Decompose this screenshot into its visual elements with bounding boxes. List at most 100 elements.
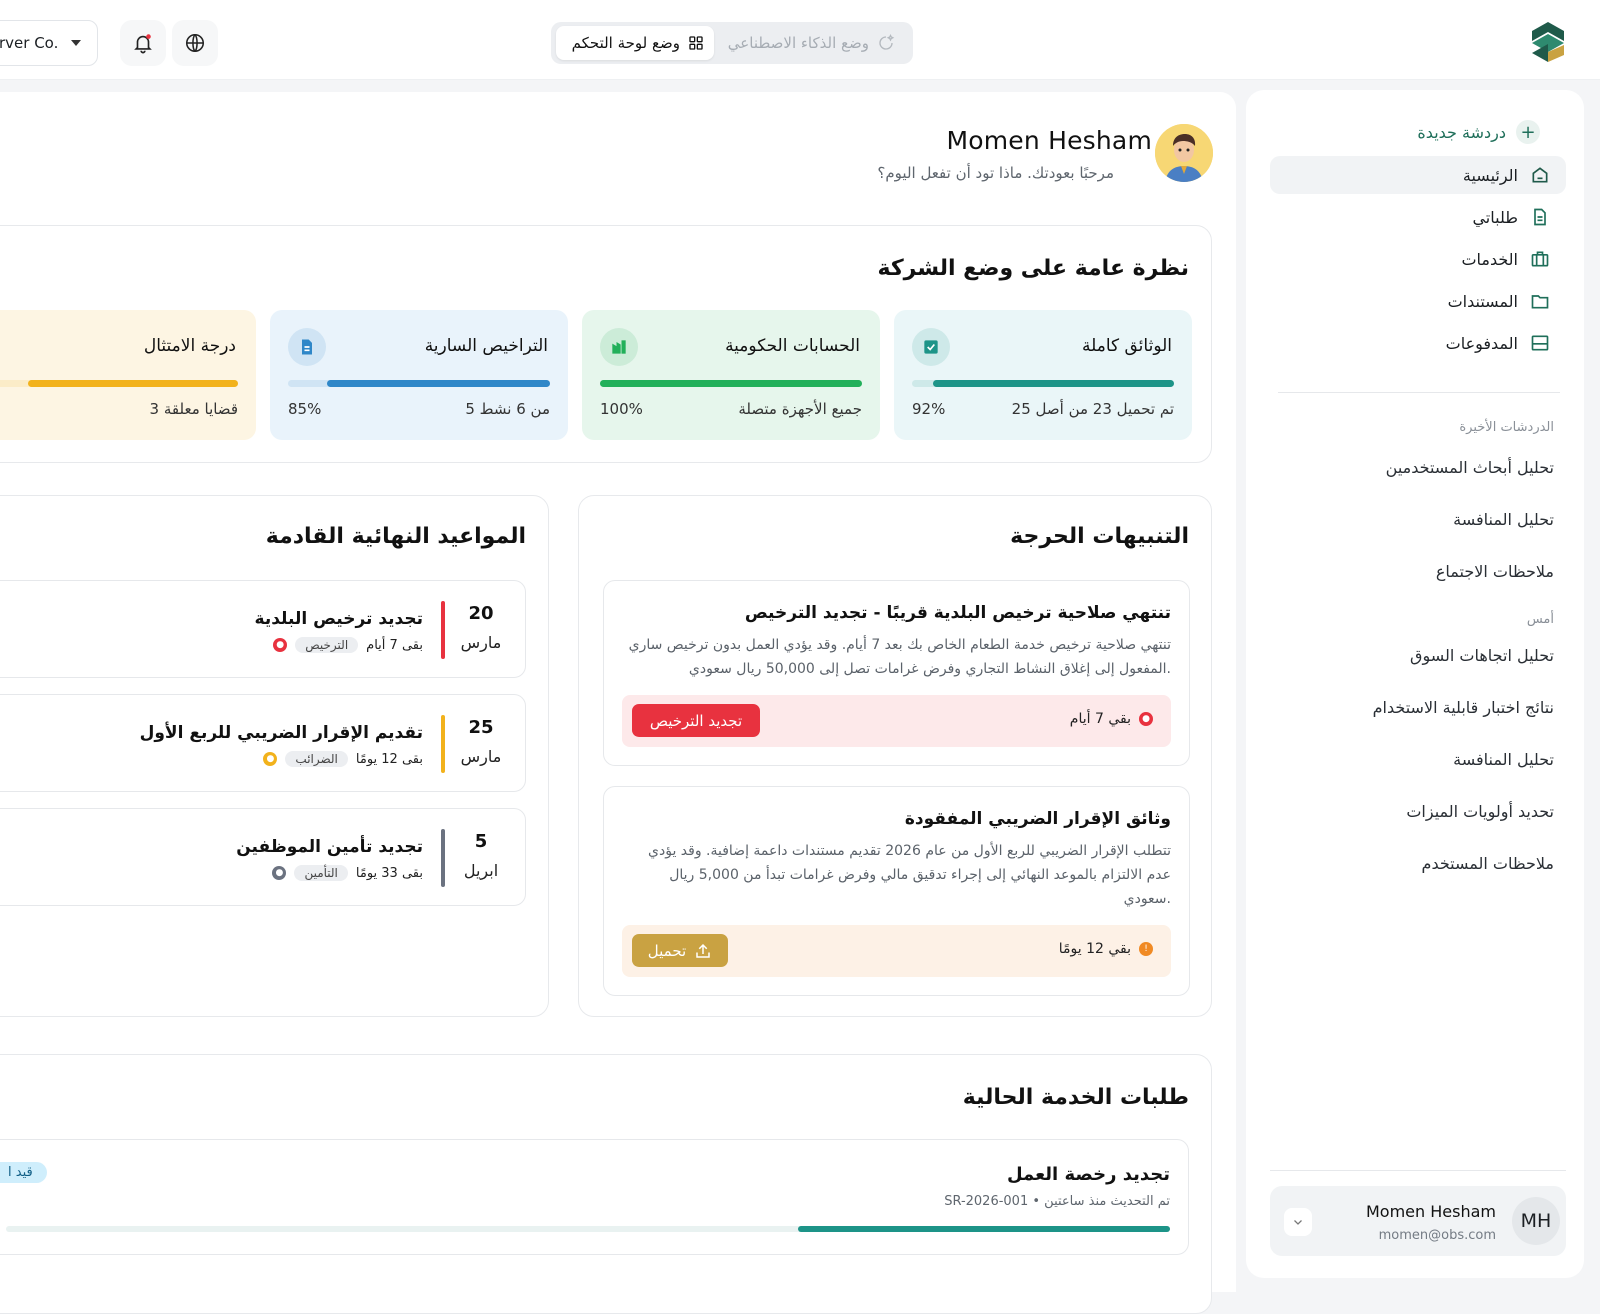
sidebar-item-label: طلباتي (1472, 207, 1518, 227)
language-button[interactable] (172, 20, 218, 66)
progress-track (600, 380, 862, 387)
status-badge: قيد ا (0, 1162, 47, 1183)
upload-button[interactable]: تحميل (632, 934, 728, 967)
main-content: Momen Hesham مرحبًا بعودتك. ماذا تود أن … (0, 92, 1236, 1314)
deadline-item[interactable]: 5 ابريل تجديد تأمين الموظفين ● التأمين ب… (0, 808, 526, 906)
chat-item[interactable]: ملاحظات الاجتماع (1436, 562, 1554, 581)
chat-item[interactable]: تحليل المنافسة (1453, 510, 1554, 529)
clock-icon: ● (272, 866, 287, 880)
building-icon (600, 328, 638, 366)
chat-item[interactable]: تحديد أولويات الميزات (1406, 802, 1554, 821)
chat-item[interactable]: تحليل اتجاهات السوق (1410, 646, 1554, 665)
sidebar-item-label: الرئيسية (1462, 165, 1518, 185)
chat-item[interactable]: نتائج اختبار قابلية الاستخدام (1373, 698, 1554, 717)
remaining-text: بقي 7 أيام (1069, 711, 1131, 727)
alert-footer: بقي 7 أيام ● تجديد الترخيص (622, 695, 1171, 747)
category-tag: الترخيص (295, 637, 359, 653)
panel-title: طلبات الخدمة الحالية (962, 1085, 1189, 1110)
compliance-score-card[interactable]: درجة الامتثال 3 قضايا معلقة (0, 310, 256, 440)
remaining-text: بقى 12 يومًا (355, 751, 423, 767)
deadline-day: 20 (468, 603, 494, 624)
sidebar-item-home[interactable]: الرئيسية (1270, 156, 1566, 194)
category-tag: التأمين (294, 865, 348, 881)
deadline-month: ابريل (463, 861, 499, 880)
user-profile[interactable]: MH Momen Hesham momen@obs.com (1270, 1170, 1566, 1256)
sidebar-item-my-requests[interactable]: طلباتي (1270, 198, 1566, 236)
deadline-item[interactable]: 25 مارس تقديم الإقرار الضريبي للربع الأو… (0, 694, 526, 792)
company-overview-panel: نظرة عامة على وضع الشركة الوثائق كاملة ت… (0, 225, 1212, 463)
upload-label: تحميل (647, 941, 687, 960)
stat-subtitle: 5 من 6 نشط (465, 400, 550, 418)
chevron-down-icon (71, 40, 81, 46)
new-chat-label: دردشة جديدة (1417, 122, 1506, 142)
chevron-down-icon[interactable] (1284, 1208, 1312, 1236)
stat-title: الحسابات الحكومية (725, 336, 860, 356)
sidebar: دردشة جديدة + الرئيسية طلباتي الخدمات ال… (1246, 90, 1584, 1278)
active-licenses-card[interactable]: التراخيص السارية 5 من 6 نشط 85% (270, 310, 568, 440)
progress-fill (28, 380, 238, 387)
yesterday-heading: أمس (1526, 612, 1554, 627)
upcoming-deadlines-panel: المواعيد النهائية القادمة 20 مارس تجديد … (0, 495, 549, 1017)
progress-fill (932, 380, 1174, 387)
progress-fill (797, 1226, 1170, 1232)
deadline-color-bar (441, 715, 445, 773)
dashboard-mode-tab[interactable]: وضع لوحة التحكم (556, 26, 714, 60)
alert-title: وثائق الإقرار الضريبي المفقودة (904, 809, 1171, 829)
chat-item[interactable]: تحليل أبحاث المستخدمين (1386, 458, 1554, 477)
sidebar-divider (1278, 392, 1560, 393)
folder-icon (1531, 295, 1549, 309)
deadline-month: مارس (460, 633, 502, 652)
document-icon (1534, 208, 1546, 226)
stat-percent: 100% (600, 400, 643, 418)
new-chat-button[interactable]: دردشة جديدة + (1417, 120, 1540, 144)
alert-card: تنتهي صلاحية ترخيص البلدية قريبًا - تجدي… (603, 580, 1190, 766)
service-request-card[interactable]: قيد ا تجديد رخصة العمل SR-2026-001 • تم … (0, 1139, 1189, 1255)
panel-title: المواعيد النهائية القادمة (265, 524, 526, 549)
deadline-item[interactable]: 20 مارس تجديد ترخيص البلدية ● الترخيص بق… (0, 580, 526, 678)
user-name: Momen Hesham (1366, 1202, 1496, 1221)
request-title: تجديد رخصة العمل (1006, 1164, 1170, 1185)
panel-title: نظرة عامة على وضع الشركة (877, 256, 1190, 281)
critical-alerts-panel: التنبيهات الحرجة تنتهي صلاحية ترخيص البل… (578, 495, 1212, 1017)
notifications-button[interactable] (120, 20, 166, 66)
ai-mode-tab[interactable]: وضع الذكاء الاصطناعي (705, 26, 905, 60)
grid-icon (689, 36, 703, 50)
avatar: MH (1512, 1197, 1560, 1245)
deadline-meta: ● التأمين بقى 33 يومًا (272, 865, 423, 881)
renew-license-button[interactable]: تجديد الترخيص (632, 704, 760, 737)
stat-subtitle: 3 قضايا معلقة (149, 400, 238, 418)
progress-fill (327, 380, 550, 387)
category-tag: الضرائب (285, 751, 348, 767)
progress-fill (600, 380, 862, 387)
deadline-day: 25 (468, 717, 494, 738)
sidebar-item-payments[interactable]: المدفوعات (1270, 324, 1566, 362)
remaining-time: بقي 12 يومًا ! (1059, 941, 1153, 957)
sidebar-item-documents[interactable]: المستندات (1270, 282, 1566, 320)
deadline-title: تقديم الإقرار الضريبي للربع الأول (139, 723, 423, 743)
company-selector[interactable]: rver Co. (0, 20, 98, 66)
divider (1270, 1170, 1566, 1171)
avatar (1155, 124, 1213, 182)
chat-item[interactable]: تحليل المنافسة (1453, 750, 1554, 769)
documents-complete-card[interactable]: الوثائق كاملة تم تحميل 23 من أصل 25 92% (894, 310, 1192, 440)
upload-icon (696, 943, 710, 958)
alert-card: وثائق الإقرار الضريبي المفقودة تتطلب الإ… (603, 786, 1190, 996)
deadline-color-bar (441, 829, 445, 887)
check-document-icon (912, 328, 950, 366)
brand-logo (1532, 22, 1564, 62)
remaining-text: بقي 12 يومًا (1058, 941, 1131, 957)
top-bar: rver Co. وضع الذكاء الاصطناعي وضع لوحة ا… (0, 0, 1600, 80)
chat-item[interactable]: ملاحظات المستخدم (1422, 854, 1554, 873)
deadline-title: تجديد ترخيص البلدية (254, 609, 423, 629)
plus-icon: + (1516, 120, 1540, 144)
sidebar-item-services[interactable]: الخدمات (1270, 240, 1566, 278)
government-accounts-card[interactable]: الحسابات الحكومية جميع الأجهزة متصلة 100… (582, 310, 880, 440)
greeting-subtitle: مرحبًا بعودتك. ماذا تود أن تفعل اليوم؟ (877, 164, 1114, 182)
stat-title: درجة الامتثال (143, 336, 236, 356)
license-icon (288, 328, 326, 366)
progress-track (0, 380, 238, 387)
clock-icon: ● (273, 638, 288, 652)
alert-footer: بقي 12 يومًا ! تحميل (622, 925, 1171, 977)
deadline-title: تجديد تأمين الموظفين (236, 837, 423, 857)
wallet-icon (1531, 335, 1549, 351)
